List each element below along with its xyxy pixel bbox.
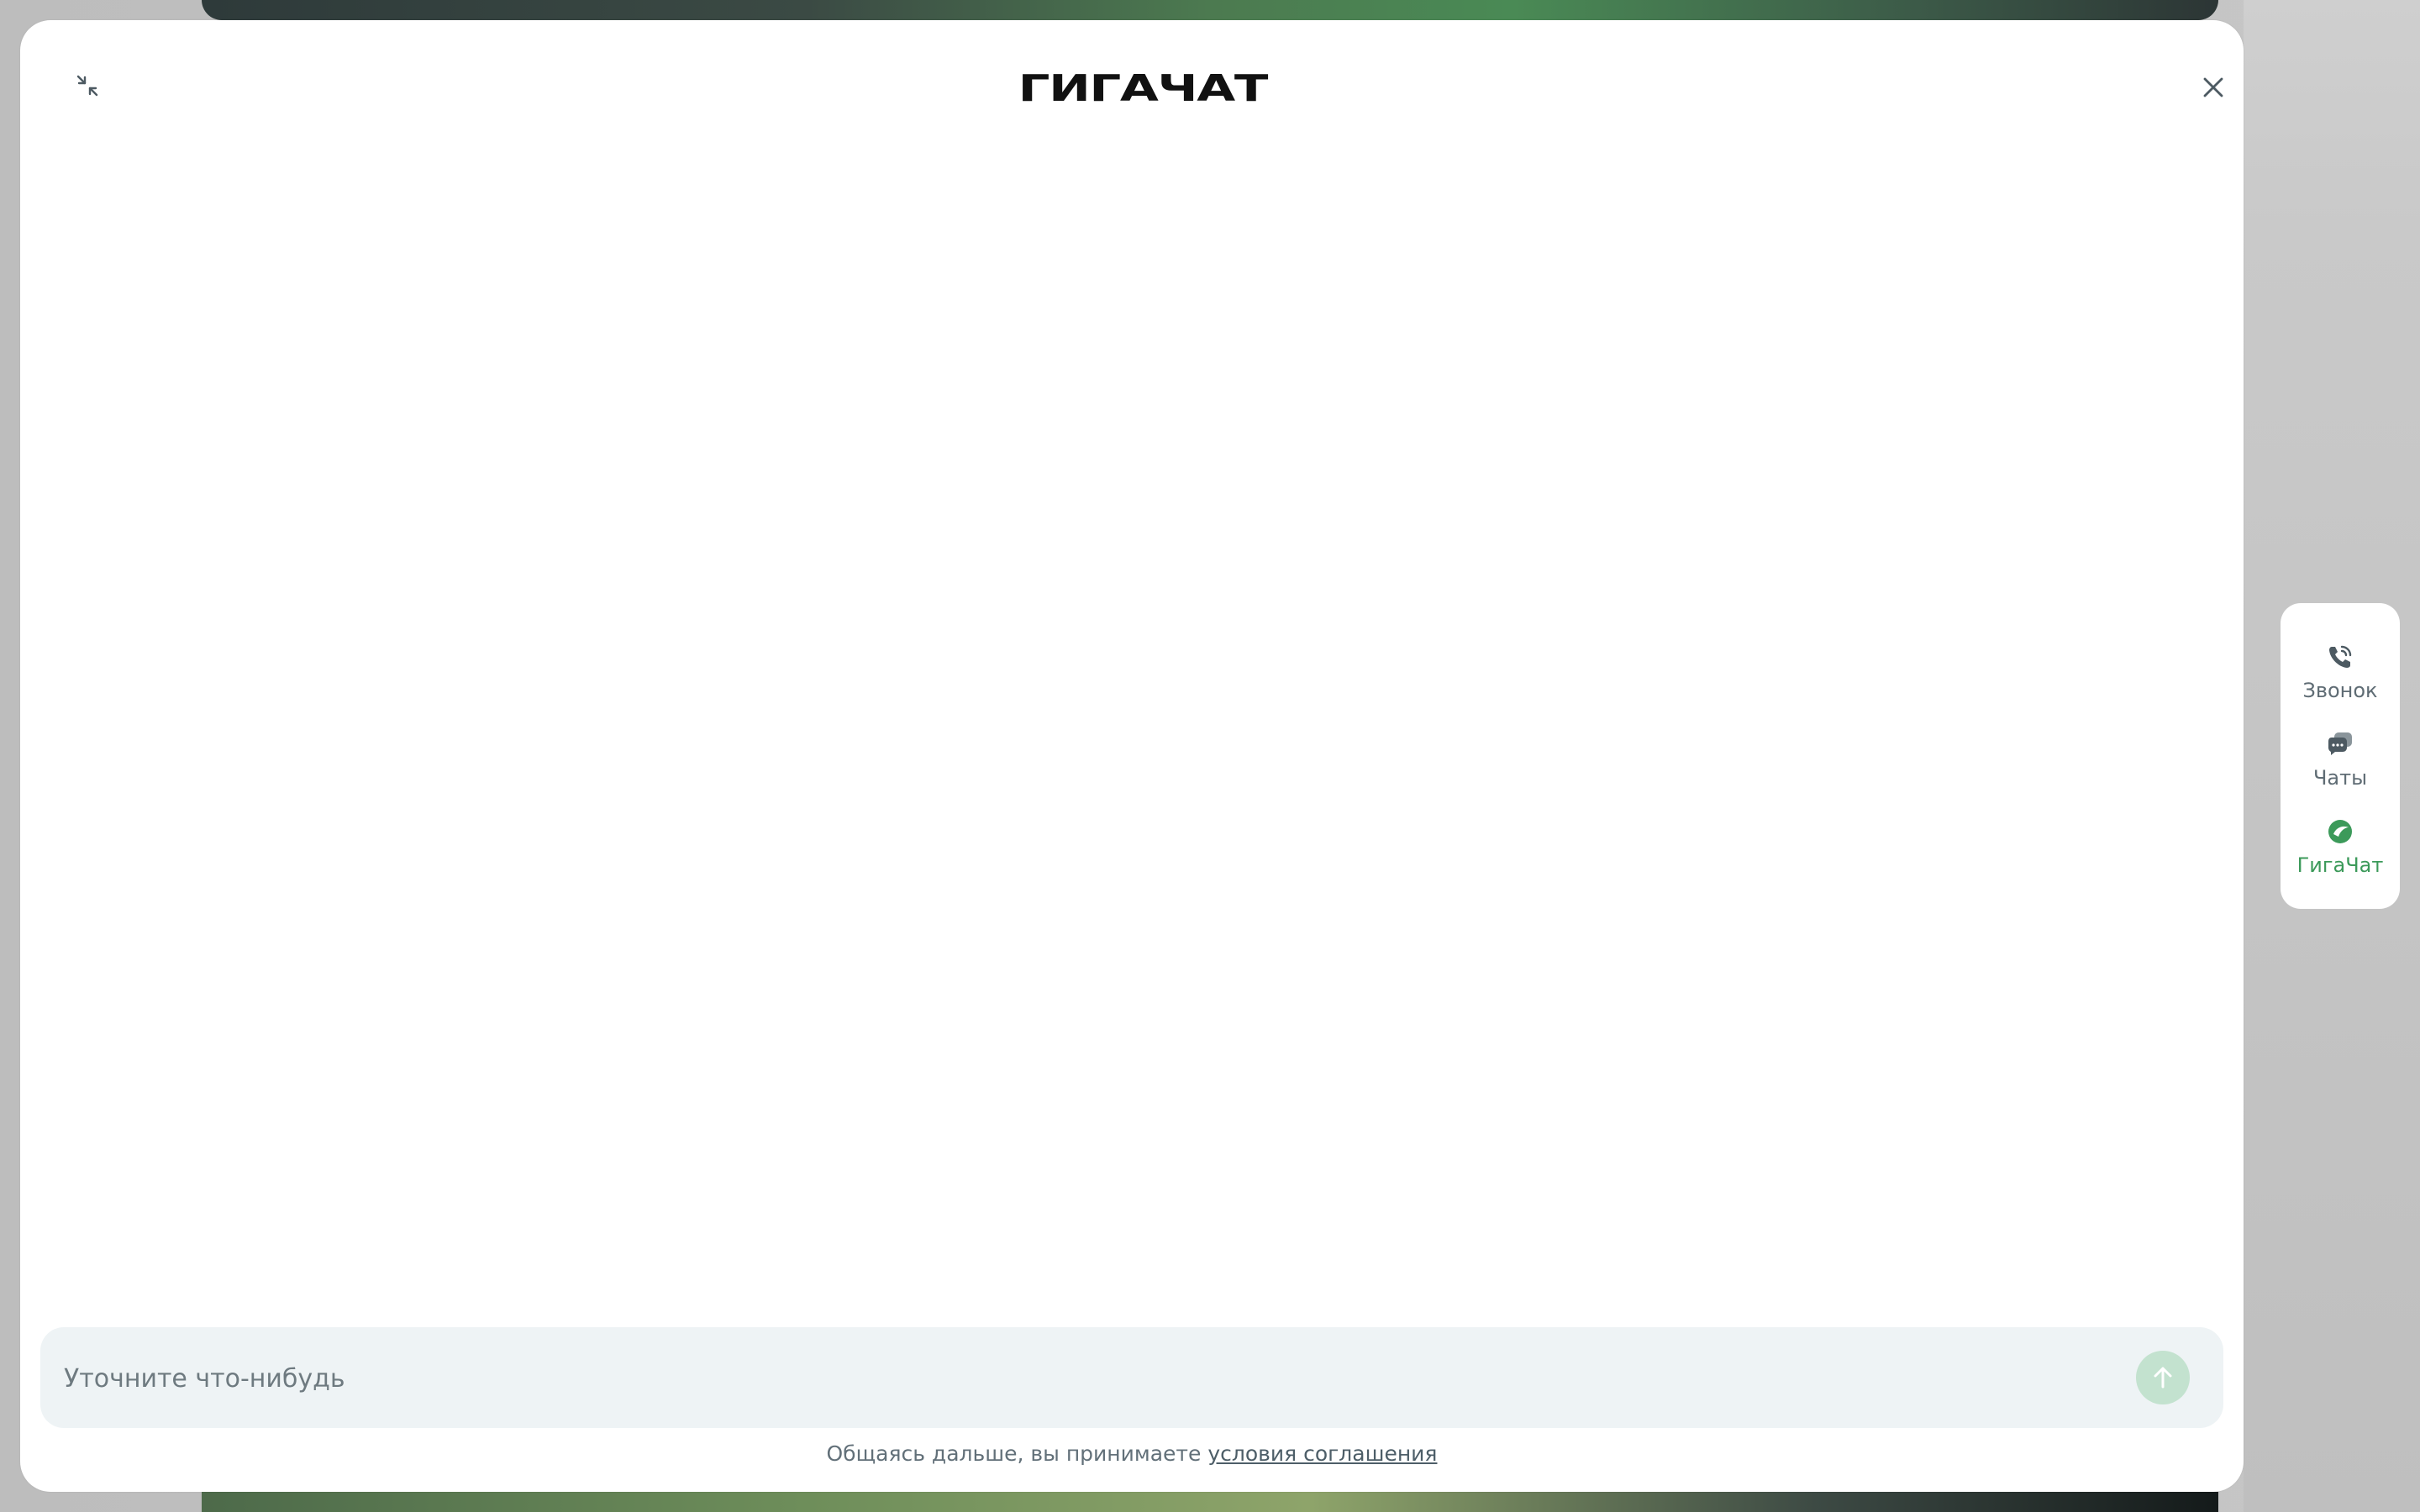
- side-item-label: Звонок: [2302, 679, 2378, 702]
- side-item-label: ГигаЧат: [2296, 853, 2384, 877]
- side-item-label: Чаты: [2312, 766, 2368, 790]
- close-button[interactable]: [2178, 52, 2249, 123]
- message-composer: [40, 1327, 2223, 1430]
- side-panel: Звонок Чаты ГигаЧат: [2281, 603, 2400, 909]
- message-input[interactable]: [62, 1327, 2116, 1430]
- gigachat-modal: ГИГАЧАТ Общаясь дальше, вы принимаете ус…: [20, 20, 2244, 1492]
- chats-icon: [2325, 729, 2355, 759]
- gigachat-logo: ГИГАЧАТ: [1018, 66, 1269, 113]
- phone-icon: [2325, 642, 2355, 672]
- collapse-arrows-icon: [76, 75, 98, 97]
- background-top-strip: [202, 0, 2218, 20]
- terms-notice: Общаясь дальше, вы принимаете условия со…: [20, 1441, 2244, 1466]
- collapse-button[interactable]: [52, 50, 123, 121]
- side-item-chats[interactable]: Чаты: [2281, 716, 2400, 793]
- send-button[interactable]: [2136, 1351, 2190, 1404]
- close-icon: [2203, 77, 2223, 97]
- side-item-call[interactable]: Звонок: [2281, 628, 2400, 706]
- background-bottom-strip: [202, 1492, 2218, 1512]
- terms-link[interactable]: условия соглашения: [1207, 1441, 1437, 1466]
- arrow-up-icon: [2154, 1367, 2172, 1389]
- terms-prefix: Общаясь дальше, вы принимаете: [826, 1441, 1208, 1466]
- gigachat-icon: [2325, 816, 2355, 847]
- side-item-gigachat[interactable]: ГигаЧат: [2281, 803, 2400, 880]
- logo-text: ГИГАЧАТ: [1018, 67, 1269, 110]
